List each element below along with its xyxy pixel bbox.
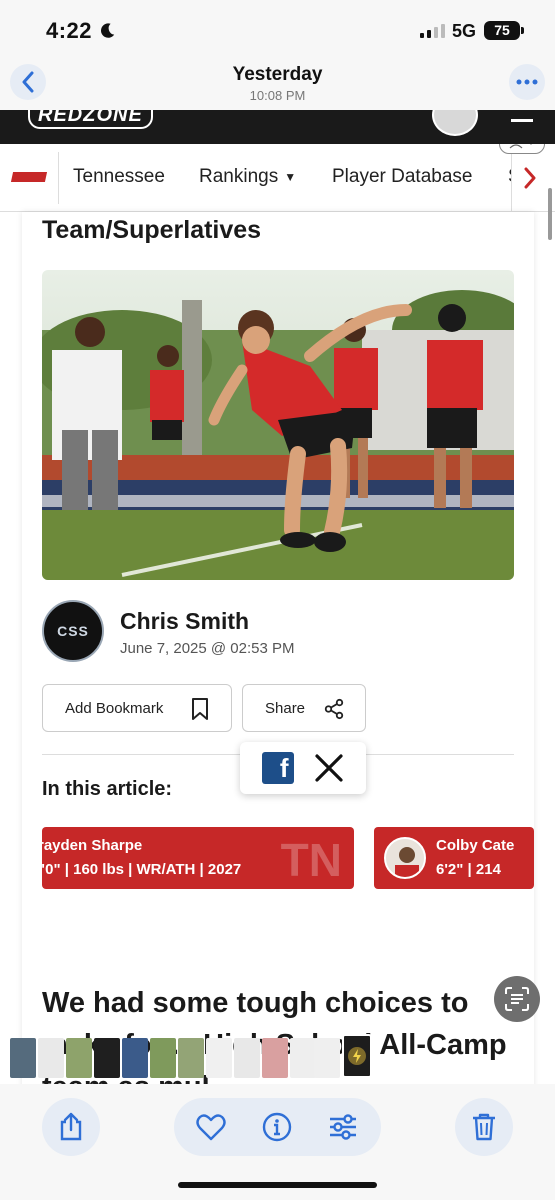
account-toggle[interactable] [499,144,545,154]
thumbnail[interactable] [178,1038,204,1078]
live-text-icon [505,987,529,1011]
section-heading: Team/Superlatives [42,216,262,244]
info-icon [262,1112,292,1142]
status-bar: 4:22 5G 75 [0,0,555,56]
favorite-button[interactable] [194,1110,228,1144]
current-thumbnail[interactable] [342,1034,372,1078]
share-upload-button[interactable] [42,1098,100,1156]
sliders-icon [330,1114,356,1140]
lightning-icon [348,1047,366,1065]
site-logo[interactable]: REDZONE [28,110,153,129]
signal-icon [420,24,445,38]
add-bookmark-button[interactable]: Add Bookmark [42,684,232,732]
football-camp-photo [42,270,514,580]
in-this-article-label: In this article: [42,778,173,800]
live-text-button[interactable] [494,976,540,1022]
user-avatar[interactable] [432,110,478,136]
share-label: Share [265,699,306,717]
menu-icon[interactable] [511,110,533,122]
thumbnail[interactable] [38,1038,64,1078]
photos-nav-bar: Yesterday 10:08 PM [0,56,555,110]
state-nav: Tennessee Rankings▼ Player Database S [0,144,555,212]
thumbnail[interactable] [122,1038,148,1078]
player-card[interactable]: rayden Sharpe "0" | 160 lbs | WR/ATH | 2… [42,827,354,889]
player-card[interactable]: Colby Cate 6'2" | 214 [374,827,534,889]
chevron-right-icon [524,167,535,189]
author-avatar[interactable]: CSS [42,600,104,662]
photo-actions-group [174,1098,381,1156]
tennessee-state-icon[interactable] [10,172,48,182]
thumbnail[interactable] [290,1038,316,1078]
facebook-icon[interactable]: f [261,752,294,784]
thumbnail[interactable] [94,1038,120,1078]
battery-icon: 75 [484,21,524,40]
network-label: 5G [452,21,477,41]
adjust-button[interactable] [326,1110,360,1144]
player-name: Colby Cate [436,837,515,854]
thumbnail[interactable] [262,1038,288,1078]
author-avatar-logo: CSS [57,623,89,639]
thumbnail[interactable] [314,1038,340,1078]
home-indicator[interactable] [178,1182,377,1188]
page-scrollbar[interactable] [548,188,552,240]
info-button[interactable] [260,1110,294,1144]
heart-icon [196,1114,226,1141]
nav-item-player-database[interactable]: Player Database [332,166,472,188]
more-button[interactable] [509,64,545,100]
player-info: "0" | 160 lbs | WR/ATH | 2027 [42,861,242,878]
share-popover: f [240,742,366,794]
thumbnail[interactable] [234,1038,260,1078]
hero-image[interactable] [42,270,514,580]
photo-thumbnail-strip[interactable] [0,1034,555,1084]
add-bookmark-label: Add Bookmark [65,699,164,717]
share-icon [324,698,344,720]
chevron-down-icon: ▼ [284,169,297,184]
divider [58,152,59,204]
thumbnail[interactable] [206,1038,232,1078]
site-header: REDZONE [0,110,555,144]
nav-subtitle: 10:08 PM [249,88,306,103]
publish-date: June 7, 2025 @ 02:53 PM [120,640,295,657]
bookmark-icon [192,698,208,720]
author-name[interactable]: Chris Smith [120,608,249,635]
player-state: TN [280,834,342,886]
trash-icon [473,1113,495,1141]
nav-item-tennessee[interactable]: Tennessee [73,166,165,188]
player-info: 6'2" | 214 [436,861,501,878]
moon-icon [101,23,115,38]
nav-item-rankings[interactable]: Rankings ▼ [199,166,296,188]
nav-title: Yesterday [232,64,323,85]
thumbnail[interactable] [10,1038,36,1078]
delete-button[interactable] [455,1098,513,1156]
user-icon [509,144,532,149]
thumbnail[interactable] [66,1038,92,1078]
x-icon[interactable] [313,752,345,784]
player-avatar [384,837,426,879]
share-button[interactable]: Share [242,684,366,732]
player-name: rayden Sharpe [42,837,143,854]
ellipsis-icon [516,79,538,85]
share-upload-icon [60,1112,82,1141]
article-content: Team/Superlatives CSS Chris Smith June 7… [22,212,534,1092]
nav-item-label: Rankings [199,166,279,187]
thumbnail[interactable] [150,1038,176,1078]
status-time: 4:22 [46,18,93,43]
